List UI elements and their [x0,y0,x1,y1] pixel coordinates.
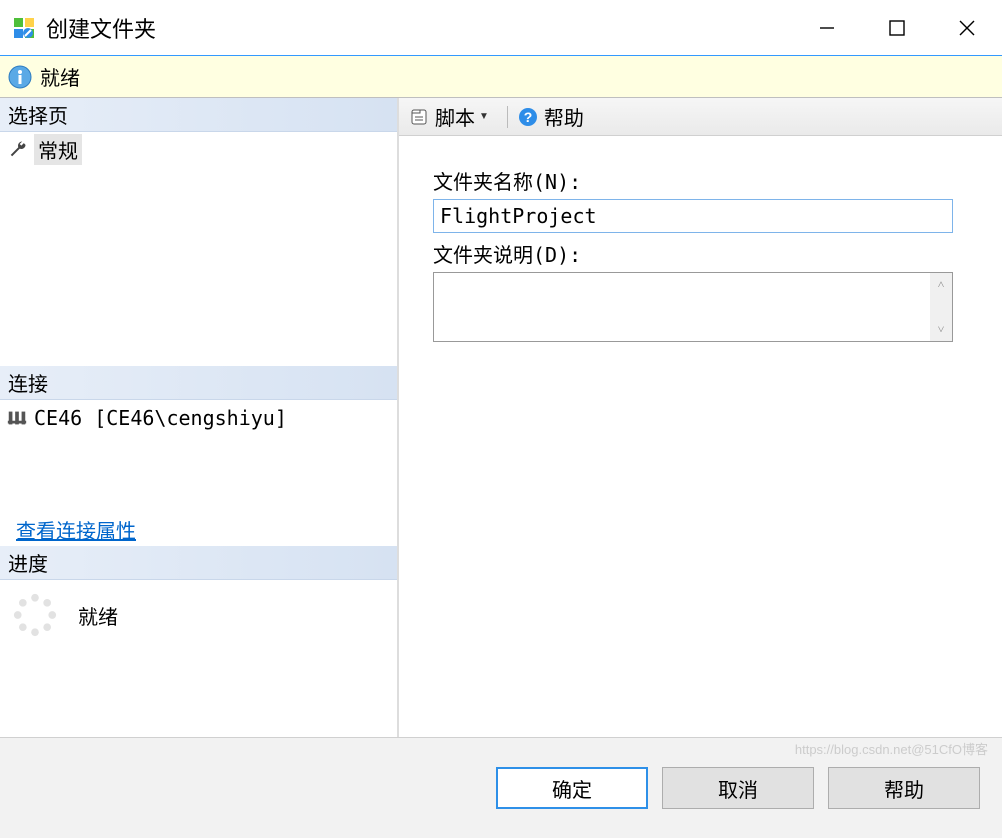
progress-status: 就绪 [78,601,118,630]
progress-row: 就绪 [0,580,397,650]
scroll-down-icon[interactable]: ˅ [938,322,945,337]
textarea-scrollbar[interactable]: ˄ ˅ [930,273,952,341]
page-general-label: 常规 [34,134,82,165]
page-general[interactable]: 常规 [0,132,397,166]
svg-text:?: ? [524,109,533,125]
minimize-button[interactable] [792,0,862,55]
help-button[interactable]: 帮助 [828,767,980,809]
app-icon [12,16,36,40]
form-area: 文件夹名称(N): 文件夹说明(D): ˄ ˅ [399,136,1002,372]
close-button[interactable] [932,0,1002,55]
view-connection-properties-link[interactable]: 查看连接属性 [0,512,397,546]
scroll-up-icon[interactable]: ˄ [938,277,945,292]
select-page-header: 选择页 [0,98,397,132]
toolbar: 脚本 ▼ ? 帮助 [399,98,1002,136]
window-title: 创建文件夹 [46,12,792,44]
cancel-button[interactable]: 取消 [662,767,814,809]
maximize-button[interactable] [862,0,932,55]
connection-value: CE46 [CE46\cengshiyu] [0,400,397,436]
right-panel: 脚本 ▼ ? 帮助 文件夹名称(N): 文件夹说明(D): ˄ ˅ [399,98,1002,737]
toolbar-separator [507,106,508,128]
wrench-icon [8,139,28,159]
script-icon [409,107,429,127]
title-bar: 创建文件夹 [0,0,1002,56]
left-panel: 选择页 常规 连接 CE46 [CE46\cengshiyu] 查看连接属性 进… [0,98,399,737]
folder-desc-input[interactable] [434,273,930,341]
spinner-icon [12,592,58,638]
folder-desc-wrap: ˄ ˅ [433,272,953,342]
chevron-down-icon: ▼ [475,111,493,122]
script-menu[interactable]: 脚本 ▼ [405,100,497,133]
watermark: https://blog.csdn.net@51CfO博客 [795,739,988,758]
folder-name-input[interactable] [433,199,953,233]
connection-header: 连接 [0,366,397,400]
folder-name-label: 文件夹名称(N): [433,166,968,195]
info-icon [8,65,32,89]
window-controls [792,0,1002,55]
progress-header: 进度 [0,546,397,580]
folder-desc-label: 文件夹说明(D): [433,239,968,268]
help-icon: ? [518,107,538,127]
status-bar: 就绪 [0,56,1002,98]
help-menu[interactable]: ? 帮助 [514,100,588,133]
status-text: 就绪 [40,62,80,91]
server-icon [6,407,28,429]
ok-button[interactable]: 确定 [496,767,648,809]
